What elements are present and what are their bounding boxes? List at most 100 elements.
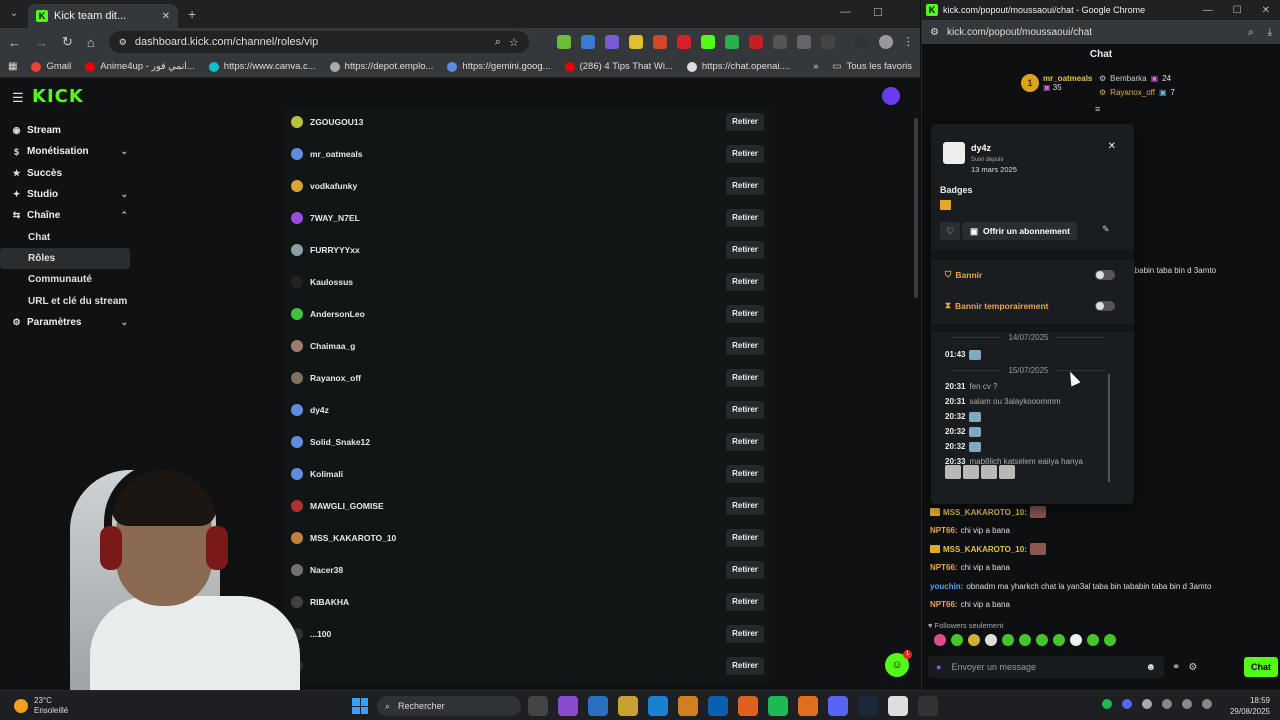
tab-kick-dashboard[interactable]: K Kick team dit... ✕ <box>28 4 178 28</box>
chat-username[interactable]: MSS_KAKAROTO_10: <box>943 508 1027 517</box>
emote-icon[interactable] <box>1002 634 1014 646</box>
clock[interactable]: 18:59 29/08/2025 <box>1230 695 1270 717</box>
maximize-icon[interactable]: ☐ <box>873 6 883 19</box>
log-scrollbar[interactable] <box>1108 374 1110 482</box>
role-username[interactable]: ...100 <box>310 629 331 639</box>
chat-send-button[interactable]: Chat <box>1244 657 1278 677</box>
sidebar-item-stream[interactable]: ◉ Stream <box>0 120 140 141</box>
tab-search-icon[interactable]: ⌄ <box>6 6 22 22</box>
bookmark-item[interactable]: https://gemini.goog... <box>447 61 551 72</box>
kick-logo[interactable]: KICK <box>32 86 84 107</box>
profile-avatar[interactable] <box>878 35 893 49</box>
extension-icon[interactable] <box>556 35 571 49</box>
app-icon[interactable] <box>678 696 698 716</box>
emote-icon[interactable] <box>1070 634 1082 646</box>
chat-username[interactable]: NPT66: <box>930 526 958 535</box>
battery-icon[interactable] <box>1202 699 1212 709</box>
timeout-toggle[interactable] <box>1095 300 1115 311</box>
sidebar-item-monetisation[interactable]: $ Monétisation ⌄ <box>0 141 140 162</box>
bookmark-item[interactable]: https://www.canva.c... <box>208 61 316 72</box>
chrome-menu-icon[interactable]: ⋮ <box>903 35 917 49</box>
remove-vip-button[interactable]: Retirer <box>726 432 764 451</box>
emote-icon[interactable] <box>968 634 980 646</box>
site-info-icon[interactable]: ⚙ <box>119 37 127 48</box>
url-field[interactable]: ⚙ dashboard.kick.com/channel/roles/vip ⌕… <box>108 31 529 53</box>
top-gifter-first[interactable]: 1 mr_oatmeals ▣ 35 <box>1021 74 1092 92</box>
pin-icon[interactable]: ✎ <box>1102 224 1110 235</box>
extension-icon[interactable] <box>676 35 691 49</box>
weather-widget[interactable]: 23°C Ensoleillé <box>14 696 68 716</box>
remove-vip-button[interactable]: Retirer <box>726 336 764 355</box>
extension-icon[interactable] <box>652 35 667 49</box>
chat-username[interactable]: NPT66: <box>930 563 958 572</box>
download-icon[interactable]: ⤓ <box>1268 27 1272 38</box>
remove-vip-button[interactable]: Retirer <box>726 112 764 131</box>
chrome-icon[interactable] <box>888 696 908 716</box>
role-username[interactable]: AndersonLeo <box>310 309 365 319</box>
top-gifter-third[interactable]: ⚙ Rayanox_off ▣ 7 <box>1099 88 1175 97</box>
mic-icon[interactable]: ● <box>936 662 941 672</box>
extension-icon[interactable] <box>628 35 643 49</box>
taskbar-search[interactable]: ⌕ Rechercher <box>377 696 521 716</box>
remove-vip-button[interactable]: Retirer <box>726 400 764 419</box>
tab-close-icon[interactable]: ✕ <box>162 11 170 22</box>
bookmark-item[interactable]: https://depot.emplo... <box>329 61 433 72</box>
back-icon[interactable]: ← <box>8 35 21 50</box>
emote-icon[interactable] <box>951 634 963 646</box>
chat-settings-icon[interactable]: ⚙ <box>1188 662 1197 673</box>
extension-icon[interactable] <box>580 35 595 49</box>
firefox-icon[interactable] <box>738 696 758 716</box>
discord-icon[interactable] <box>828 696 848 716</box>
remove-vip-button[interactable]: Retirer <box>726 144 764 163</box>
app-icon[interactable] <box>558 696 578 716</box>
gift-subscription-button[interactable]: ▣ Offrir un abonnement <box>962 222 1077 240</box>
extensions-puzzle-icon[interactable] <box>820 35 835 49</box>
remove-vip-button[interactable]: Retirer <box>726 528 764 547</box>
minimize-icon[interactable]: — <box>840 6 851 19</box>
apps-icon[interactable]: ▦ <box>8 61 17 72</box>
role-username[interactable]: Chaimaa_g <box>310 341 355 351</box>
user-card-username[interactable]: dy4z <box>971 143 991 153</box>
top-gifter-second[interactable]: ⚙ Bembarka ▣ 24 <box>1099 74 1171 83</box>
role-username[interactable]: 7WAY_N7EL <box>310 213 360 223</box>
sidebar-sub-communaute[interactable]: Communauté <box>0 269 140 290</box>
maximize-icon[interactable]: ☐ <box>1233 5 1242 16</box>
sidebar-item-chaine[interactable]: ⇆ Chaîne ⌃ <box>0 205 140 226</box>
role-username[interactable]: Nacer38 <box>310 565 343 575</box>
chat-username[interactable]: MSS_KAKAROTO_10: <box>943 545 1027 554</box>
remove-vip-button[interactable]: Retirer <box>726 176 764 195</box>
sidebar-item-succes[interactable]: ★ Succès <box>0 163 140 184</box>
spotify-icon[interactable] <box>768 696 788 716</box>
reload-icon[interactable]: ↻ <box>62 34 73 50</box>
role-username[interactable]: Kaulossus <box>310 277 353 287</box>
extension-icon[interactable] <box>604 35 619 49</box>
all-bookmarks[interactable]: ▭ Tous les favoris <box>833 61 912 72</box>
outlook-icon[interactable] <box>708 696 728 716</box>
follow-heart-icon[interactable]: ♡ <box>940 222 960 240</box>
role-username[interactable]: dy4z <box>310 405 329 415</box>
sidebar-item-parametres[interactable]: ⚙ Paramètres ⌄ <box>0 312 140 333</box>
extension-icon[interactable] <box>772 35 787 49</box>
page-scrollbar[interactable] <box>914 118 918 298</box>
app-icon[interactable] <box>918 696 938 716</box>
hamburger-menu-icon[interactable]: ☰ <box>12 90 24 106</box>
role-username[interactable]: mr_oatmeals <box>310 149 362 159</box>
extension-icon[interactable] <box>724 35 739 49</box>
chat-username[interactable]: NPT66: <box>930 600 958 609</box>
emote-icon[interactable] <box>1104 634 1116 646</box>
remove-vip-button[interactable]: Retirer <box>726 208 764 227</box>
scroll-to-bottom-icon[interactable]: ≡ <box>1095 104 1100 114</box>
role-username[interactable]: Kolimali <box>310 469 343 479</box>
sidebar-sub-chat[interactable]: Chat <box>0 226 140 247</box>
message-input[interactable]: ● Envoyer un message ☻ <box>928 656 1164 678</box>
extension-icon[interactable] <box>748 35 763 49</box>
tray-icon[interactable] <box>1142 699 1152 709</box>
task-view-icon[interactable] <box>528 696 548 716</box>
app-icon[interactable] <box>588 696 608 716</box>
role-username[interactable]: MSS_KAKAROTO_10 <box>310 533 396 543</box>
zoom-icon[interactable]: ⌕ <box>495 36 501 49</box>
user-avatar[interactable] <box>882 87 900 105</box>
close-icon[interactable]: ✕ <box>1108 141 1116 152</box>
role-username[interactable]: Solid_Snake12 <box>310 437 370 447</box>
close-icon[interactable]: ✕ <box>1262 5 1270 16</box>
